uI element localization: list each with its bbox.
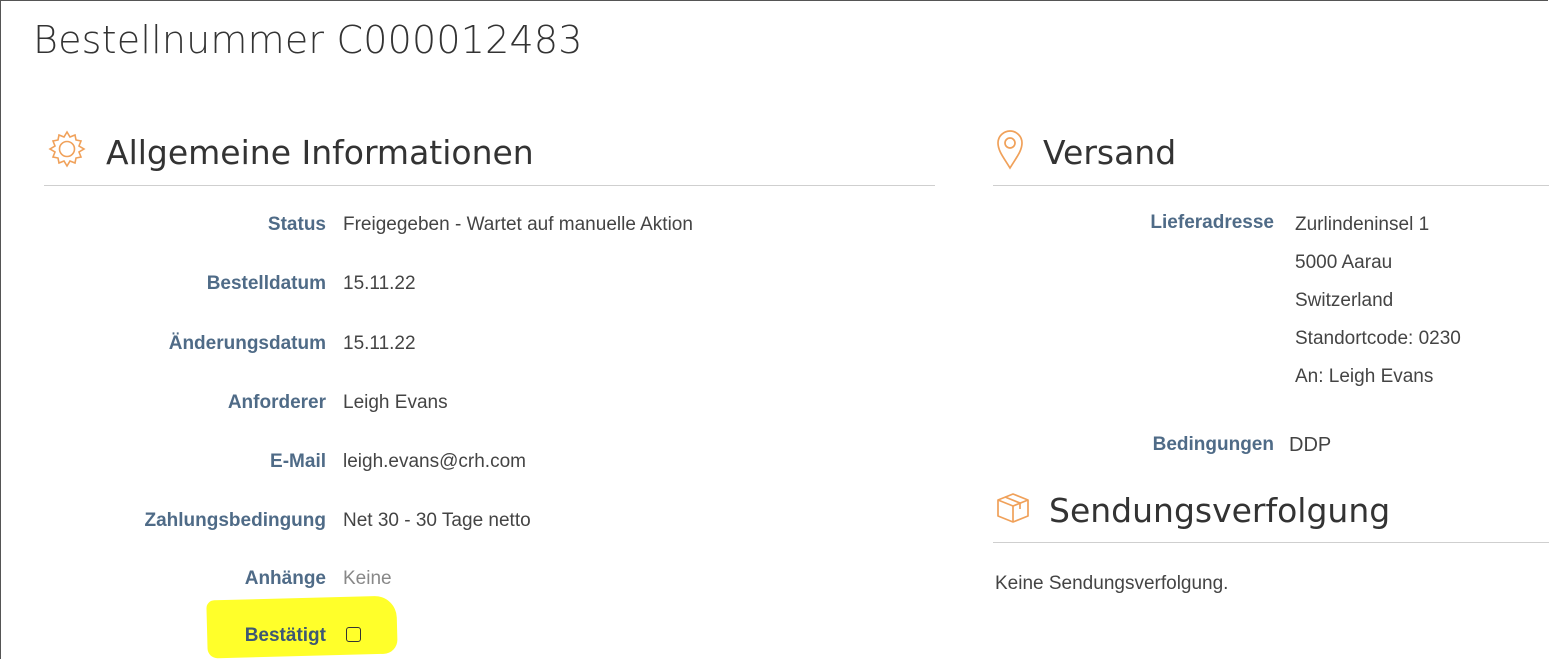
field-value: Net 30 - 30 Tage netto [343,510,531,531]
section-shipping-header: Versand [993,120,1549,186]
terms-label: Bedingungen [1152,434,1274,455]
page-title: Bestellnummer C000012483 [33,18,583,62]
terms-value: DDP [1289,434,1332,456]
section-tracking-title: Sendungsverfolgung [1049,490,1391,530]
field-label: Zahlungsbedingung [144,510,326,531]
field-label: Bestätigt [244,625,326,646]
field-value: Freigegeben - Wartet auf manuelle Aktion [343,214,693,235]
confirmed-checkbox[interactable] [346,627,361,642]
field-label: Anforderer [227,392,326,413]
section-general-header: Allgemeine Informationen [44,120,935,186]
field-label: Status [267,214,326,235]
field-value: 15.11.22 [343,333,416,354]
field-label: Änderungsdatum [168,333,326,354]
package-icon [993,486,1033,534]
delivery-address-label: Lieferadresse [1150,212,1274,233]
address-line: An: Leigh Evans [1295,366,1434,387]
address-line: Switzerland [1295,290,1394,311]
field-value: Leigh Evans [343,392,448,413]
address-line: Standortcode: 0230 [1295,328,1461,349]
field-value: 15.11.22 [343,273,416,294]
field-label: Anhänge [244,568,326,589]
field-value: Keine [343,568,392,589]
section-general-title: Allgemeine Informationen [106,133,534,172]
address-line: Zurlindeninsel 1 [1295,214,1430,235]
field-label: E-Mail [270,451,326,472]
tracking-empty-text: Keine Sendungsverfolgung. [995,573,1229,594]
map-pin-icon [993,126,1027,180]
section-shipping-title: Versand [1043,133,1177,172]
section-tracking-header: Sendungsverfolgung [993,478,1549,543]
field-label: Bestelldatum [206,273,326,294]
gear-icon [44,126,90,180]
field-value: leigh.evans@crh.com [343,451,526,472]
address-line: 5000 Aarau [1295,252,1393,273]
